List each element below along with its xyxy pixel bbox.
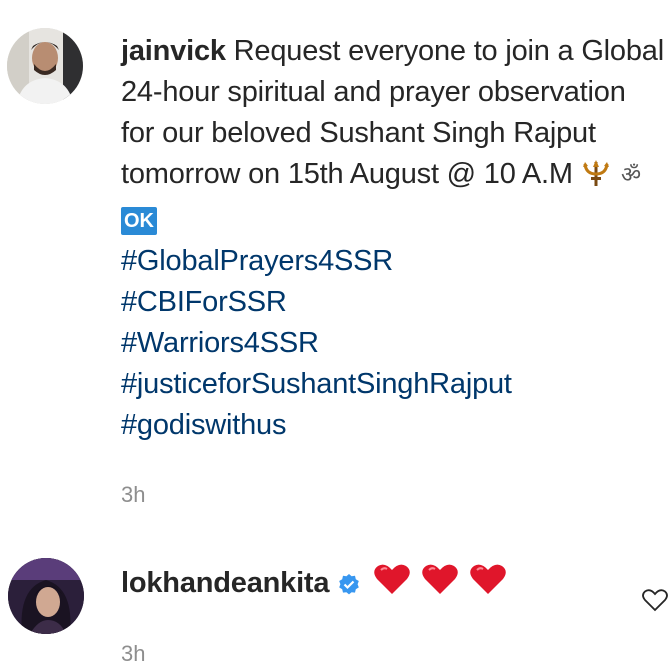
hashtag-link[interactable]: #GlobalPrayers4SSR [121, 241, 666, 282]
verified-badge-icon [337, 568, 361, 609]
hashtag-link[interactable]: #CBIForSSR [121, 282, 666, 323]
trishul-icon [581, 158, 611, 200]
heart-emojis [373, 562, 509, 608]
like-comment-button[interactable] [641, 587, 669, 613]
comment-timestamp[interactable]: 3h [121, 641, 145, 667]
heart-icon [374, 564, 410, 594]
heart-outline-icon [642, 589, 668, 612]
comment-body: lokhandeankita [121, 562, 666, 609]
hashtag-link[interactable]: #justiceforSushantSinghRajput [121, 364, 666, 405]
heart-icon [422, 564, 458, 594]
om-icon: ॐ [619, 159, 647, 200]
comment-username[interactable]: lokhandeankita [121, 567, 330, 599]
heart-icon [469, 564, 506, 594]
avatar[interactable] [8, 558, 84, 634]
comment-body: jainvick Request everyone to join a Glob… [121, 31, 666, 446]
profile-photo [7, 28, 83, 104]
hashtag-link[interactable]: #Warriors4SSR [121, 323, 666, 364]
comment-username[interactable]: jainvick [121, 35, 226, 67]
profile-photo [8, 558, 84, 634]
svg-text:ॐ: ॐ [621, 163, 641, 188]
comment-timestamp[interactable]: 3h [121, 482, 145, 508]
hashtag-link[interactable]: #godiswithus [121, 405, 666, 446]
hashtag-list: #GlobalPrayers4SSR #CBIForSSR #Warriors4… [121, 241, 666, 446]
ok-button-icon: OK [121, 207, 157, 235]
avatar[interactable] [7, 28, 83, 104]
